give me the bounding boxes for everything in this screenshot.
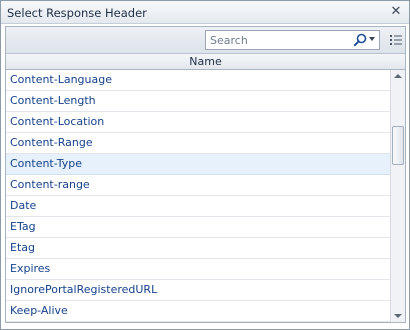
title-bar[interactable]: Select Response Header ✕ <box>1 1 409 24</box>
column-header-name[interactable]: Name <box>6 54 405 70</box>
list-item[interactable]: Content-Language <box>6 70 390 91</box>
list-item[interactable]: IgnorePortalRegisteredURL <box>6 280 390 301</box>
search-input[interactable] <box>206 31 346 49</box>
header-list: Content-Language Content-Length Content-… <box>6 70 390 322</box>
scroll-up-icon[interactable] <box>394 74 402 78</box>
toolbar <box>6 27 405 54</box>
scroll-thumb[interactable] <box>392 126 404 165</box>
header-list-panel: Name Content-Language Content-Length Con… <box>5 26 406 323</box>
search-icon[interactable] <box>352 32 368 48</box>
vertical-scrollbar[interactable] <box>390 70 405 322</box>
list-menu-icon[interactable] <box>390 34 402 46</box>
list-item[interactable]: Etag <box>6 238 390 259</box>
list-item[interactable]: Content-Location <box>6 112 390 133</box>
list-item[interactable]: ETag <box>6 217 390 238</box>
dialog-title: Select Response Header <box>7 6 147 20</box>
search-box[interactable] <box>205 30 380 50</box>
list-item[interactable]: Date <box>6 196 390 217</box>
close-icon[interactable]: ✕ <box>388 4 404 20</box>
chevron-down-icon[interactable] <box>369 37 375 41</box>
list-item[interactable]: Content-Length <box>6 91 390 112</box>
list-item[interactable]: Content-Range <box>6 133 390 154</box>
list-item[interactable]: Content-Type <box>6 154 390 175</box>
select-response-header-dialog: Select Response Header ✕ Name <box>0 0 410 330</box>
list-item[interactable]: Keep-Alive <box>6 301 390 322</box>
scroll-down-icon[interactable] <box>394 314 402 318</box>
list-item[interactable]: Expires <box>6 259 390 280</box>
list-item[interactable]: Content-range <box>6 175 390 196</box>
